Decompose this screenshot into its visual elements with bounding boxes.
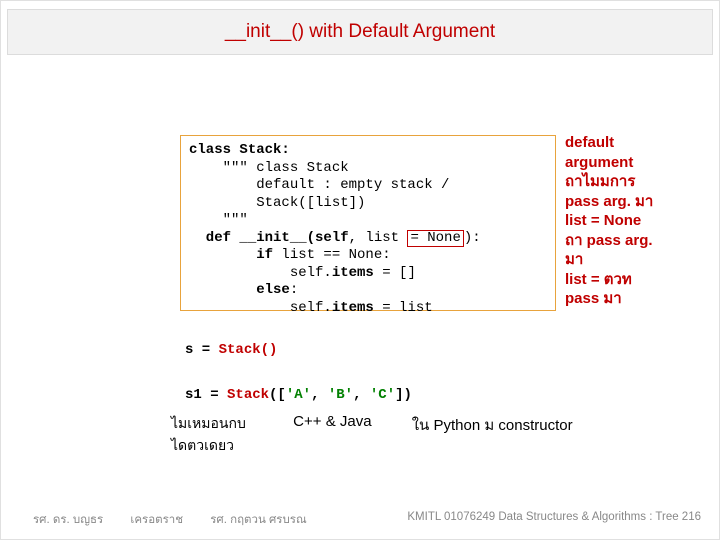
- kw-else: else: [189, 282, 290, 298]
- side-annotation: default argument ถาไมมการ pass arg. มา l…: [565, 133, 705, 309]
- items-2: items: [332, 300, 374, 316]
- usage-2b: Stack: [227, 387, 269, 403]
- assign-list: = list: [374, 300, 433, 316]
- init-name: __init__(: [231, 230, 315, 246]
- slide-title: __init__() with Default Argument: [225, 21, 495, 43]
- self-2: self.: [189, 300, 332, 316]
- note-left: ไมเหมอนกบ ไดตวเดยว: [171, 413, 271, 457]
- bottom-note: ไมเหมอนกบ ไดตวเดยว C++ & Java ใน Python …: [171, 413, 691, 457]
- items-1: items: [332, 265, 374, 281]
- docstring-4: """: [189, 212, 248, 228]
- usage-2e: ,: [311, 387, 328, 403]
- note-right: ใน Python ม constructor: [412, 413, 573, 437]
- usage-2a: s1 =: [185, 387, 227, 403]
- kw-def: def: [189, 230, 231, 246]
- usage-2h: 'C': [370, 387, 395, 403]
- title-bar: __init__() with Default Argument: [7, 9, 713, 55]
- slide: __init__() with Default Argument class S…: [0, 0, 720, 540]
- kw-class: class: [189, 142, 231, 158]
- init-params: , list: [349, 230, 408, 246]
- kw-self: self: [315, 230, 349, 246]
- footer-author-2: เครอตราช: [130, 514, 183, 526]
- usage-code: s = Stack() s1 = Stack(['A', 'B', 'C']): [185, 339, 412, 406]
- init-close: ):: [464, 230, 481, 246]
- usage-2f: 'B': [328, 387, 353, 403]
- else-colon: :: [290, 282, 298, 298]
- usage-1a: s =: [185, 342, 219, 358]
- footer-left: รศ. ดร. บญธร เครอตราช รศ. กฤตวน ศรบรณ: [33, 511, 331, 529]
- if-cond: list == None:: [273, 247, 391, 263]
- footer-author-3: รศ. กฤตวน ศรบรณ: [210, 514, 306, 526]
- note-left-1: ไมเหมอนกบ: [171, 415, 246, 431]
- usage-2i: ]): [395, 387, 412, 403]
- assign-empty: = []: [374, 265, 416, 281]
- class-name: Stack:: [231, 142, 290, 158]
- note-left-2: ไดตวเดยว: [171, 437, 234, 453]
- usage-2g: ,: [353, 387, 370, 403]
- footer-course: KMITL 01076249 Data Structures & Algorit…: [407, 511, 701, 529]
- usage-2d: 'A': [286, 387, 311, 403]
- kw-if: if: [189, 247, 273, 263]
- usage-2c: ([: [269, 387, 286, 403]
- footer-author-1: รศ. ดร. บญธร: [33, 514, 103, 526]
- code-block: class Stack: """ class Stack default : e…: [180, 135, 556, 311]
- note-mid: C++ & Java: [293, 413, 371, 430]
- usage-1b: Stack(): [219, 342, 278, 358]
- docstring-1: """ class Stack: [189, 160, 349, 176]
- docstring-2: default : empty stack /: [189, 177, 449, 193]
- default-none-highlight: = None: [407, 230, 463, 247]
- footer: รศ. ดร. บญธร เครอตราช รศ. กฤตวน ศรบรณ KM…: [1, 511, 719, 529]
- self-1: self.: [189, 265, 332, 281]
- docstring-3: Stack([list]): [189, 195, 365, 211]
